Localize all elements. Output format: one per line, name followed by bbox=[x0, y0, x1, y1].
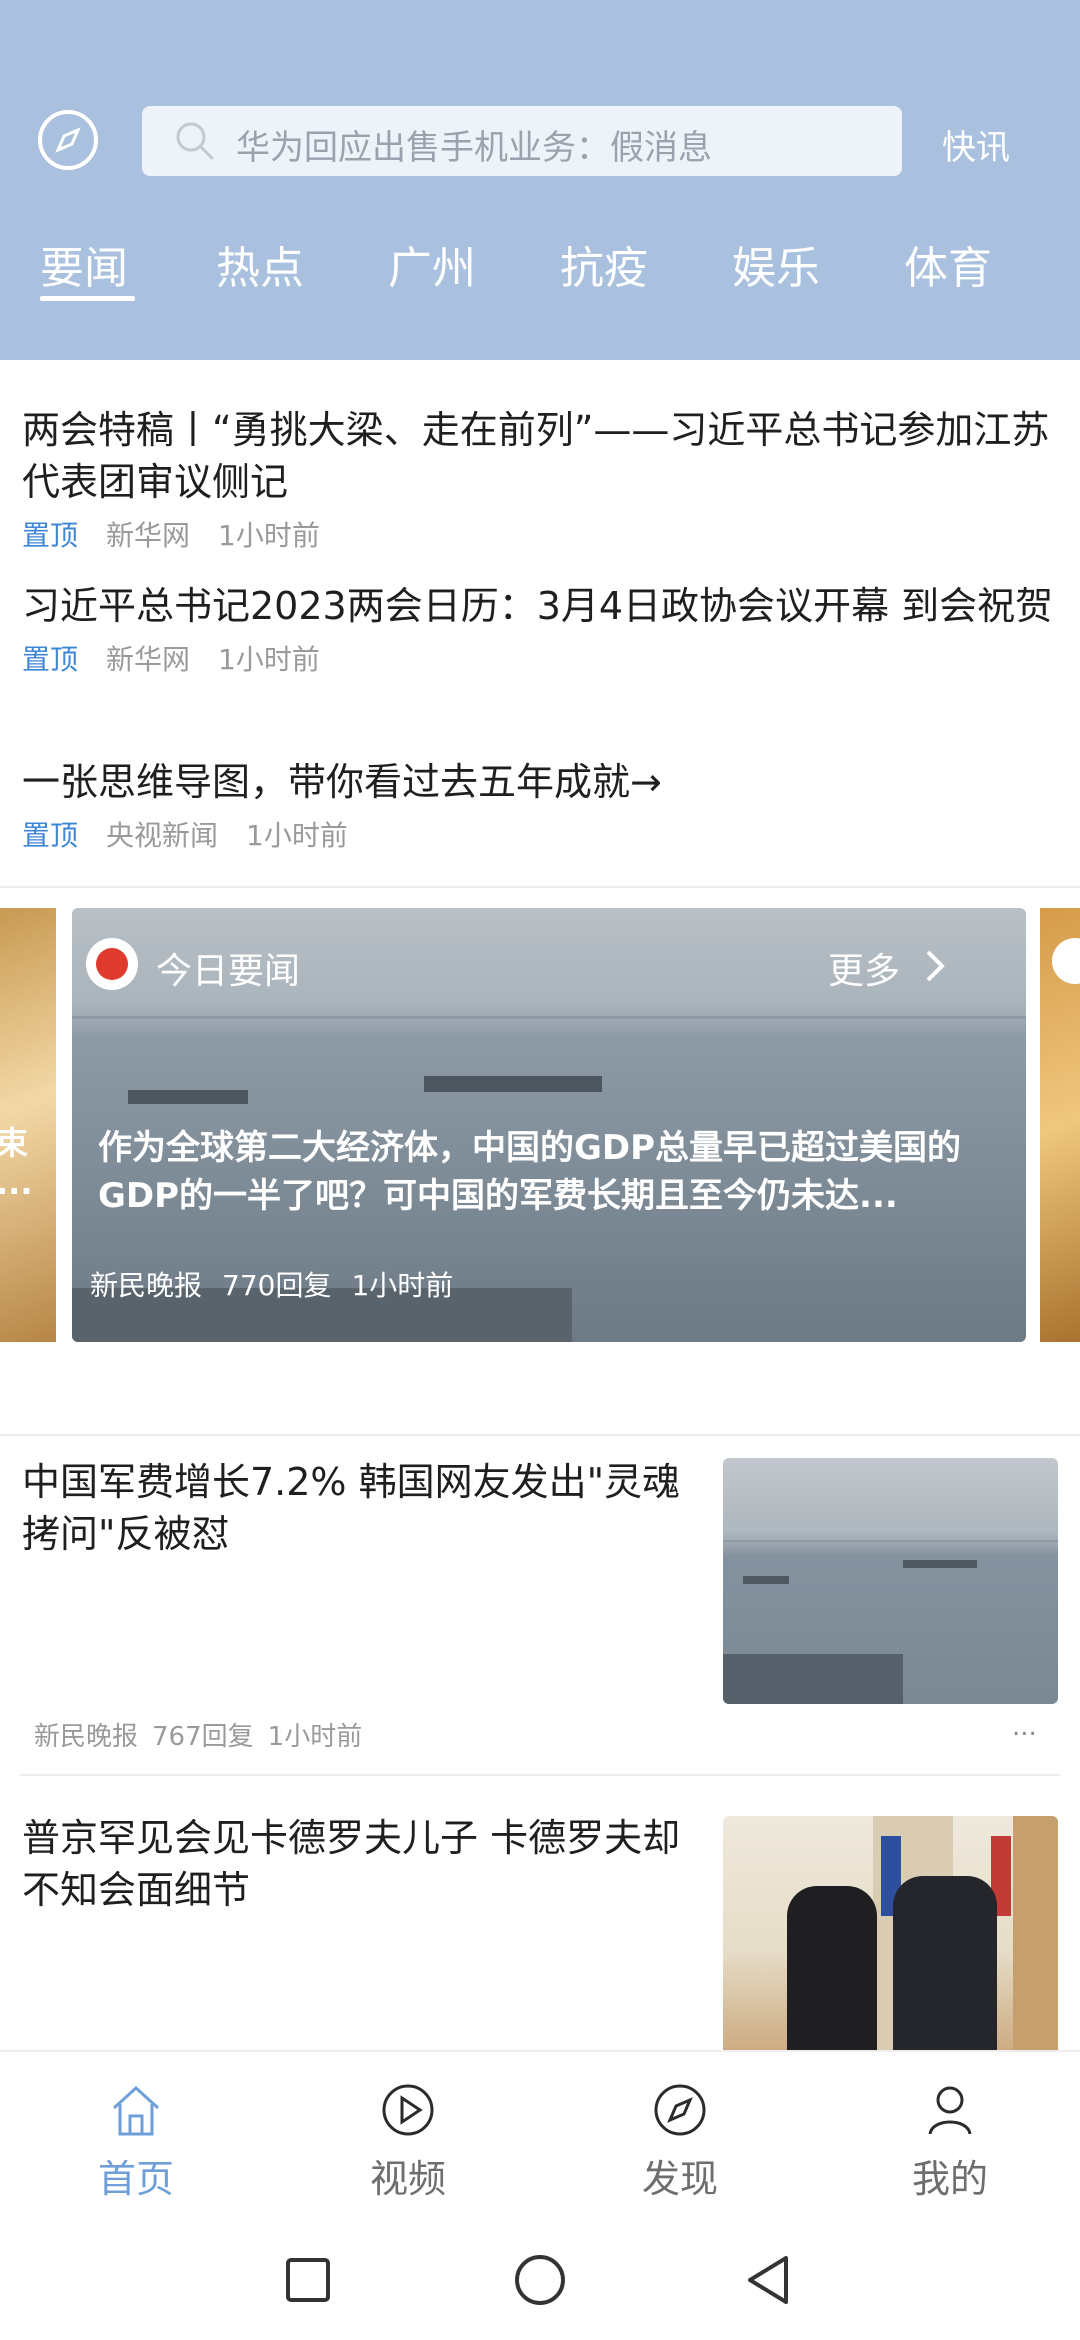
discover-compass-button[interactable] bbox=[38, 110, 98, 170]
news-logo-icon bbox=[86, 938, 138, 990]
carousel-section-label: 今日要闻 bbox=[156, 951, 301, 992]
pinned-item[interactable]: 习近平总书记2023两会日历：3月4日政协会议开幕 到会祝贺 置顶 新华网 1小时前 bbox=[22, 580, 1062, 678]
pinned-source: 新华网 bbox=[106, 643, 191, 676]
news-title: 普京罕见会见卡德罗夫儿子 卡德罗夫却不知会面细节 bbox=[22, 1816, 681, 1912]
pinned-title: 习近平总书记2023两会日历：3月4日政协会议开幕 到会祝贺 bbox=[22, 584, 1054, 628]
news-logo-icon bbox=[1052, 938, 1080, 984]
carousel-title: 作为全球第二大经济体，中国的GDP总量早已超过美国的GDP的一半了吧？可中国的军… bbox=[98, 1128, 962, 1216]
peek-left-text: 束... bbox=[0, 1124, 33, 1202]
compass-icon bbox=[654, 2084, 706, 2136]
nav-discover[interactable]: 发现 bbox=[590, 2052, 770, 2222]
pinned-time: 1小时前 bbox=[218, 643, 320, 676]
nav-video-label: 视频 bbox=[369, 2157, 446, 2201]
tab-yaowen[interactable]: 要闻 bbox=[40, 232, 128, 296]
carousel-meta: 新民晚报 770回复 1小时前 bbox=[90, 1264, 473, 1304]
pinned-meta: 置顶 新华网 1小时前 bbox=[22, 638, 1062, 678]
pinned-source: 新华网 bbox=[106, 519, 191, 552]
news-time: 1小时前 bbox=[267, 1722, 363, 1752]
horizon-line bbox=[72, 1016, 1026, 1019]
category-tabs: 要闻 热点 广州 抗疫 娱乐 体育 bbox=[0, 232, 1080, 312]
kuaixun-link[interactable]: 快讯 bbox=[942, 120, 1010, 169]
carousel-source: 新民晚报 bbox=[90, 1269, 203, 1302]
carousel-card[interactable]: 今日要闻 更多 作为全球第二大经济体，中国的GDP总量早已超过美国的GDP的一半… bbox=[72, 908, 1026, 1342]
search-icon bbox=[176, 122, 214, 160]
item-divider bbox=[20, 1774, 1060, 1776]
chevron-right-icon[interactable] bbox=[920, 946, 950, 986]
nav-home-label: 首页 bbox=[97, 2157, 174, 2201]
news-title: 中国军费增长7.2% 韩国网友发出"灵魂拷问"反被怼 bbox=[22, 1460, 681, 1556]
tab-yule[interactable]: 娱乐 bbox=[732, 232, 820, 296]
news-item[interactable]: 普京罕见会见卡德罗夫儿子 卡德罗夫却不知会面细节 bbox=[0, 1812, 1080, 2062]
top-header: 华为回应出售手机业务：假消息 快讯 要闻 热点 广州 抗疫 娱乐 体育 bbox=[0, 0, 1080, 360]
search-placeholder: 华为回应出售手机业务：假消息 bbox=[236, 128, 712, 168]
pinned-time: 1小时前 bbox=[218, 519, 320, 552]
nav-mine-label: 我的 bbox=[911, 2157, 988, 2201]
tab-tiyu[interactable]: 体育 bbox=[904, 232, 992, 296]
ship-shape bbox=[128, 1090, 248, 1104]
compass-icon bbox=[55, 127, 81, 153]
active-tab-indicator bbox=[40, 296, 135, 301]
recents-square-icon[interactable] bbox=[278, 2250, 338, 2310]
system-navigation-bar bbox=[0, 2220, 1080, 2340]
play-icon bbox=[382, 2084, 434, 2136]
carousel-time: 1小时前 bbox=[351, 1269, 454, 1302]
search-bar[interactable]: 华为回应出售手机业务：假消息 bbox=[142, 106, 902, 176]
nav-home[interactable]: 首页 bbox=[46, 2052, 226, 2222]
news-meta: 新民晚报 767回复 1小时前 bbox=[34, 1716, 376, 1753]
pinned-meta: 置顶 央视新闻 1小时前 bbox=[22, 814, 1062, 854]
nav-mine[interactable]: 我的 bbox=[860, 2052, 1040, 2222]
news-thumbnail bbox=[723, 1458, 1058, 1704]
pinned-title: 一张思维导图，带你看过去五年成就→ bbox=[22, 760, 662, 804]
carousel-next-card[interactable] bbox=[1040, 908, 1080, 1342]
pinned-tag: 置顶 bbox=[22, 819, 79, 852]
carousel-prev-card[interactable]: 束... bbox=[0, 908, 56, 1342]
section-divider bbox=[0, 886, 1080, 888]
carousel-replies: 770回复 bbox=[222, 1269, 332, 1302]
home-circle-icon[interactable] bbox=[510, 2250, 570, 2310]
pinned-title: 两会特稿丨“勇挑大梁、走在前列”——习近平总书记参加江苏代表团审议侧记 bbox=[22, 408, 1050, 504]
back-triangle-icon[interactable] bbox=[740, 2250, 800, 2310]
tab-kangyi[interactable]: 抗疫 bbox=[560, 232, 648, 296]
bottom-navigation: 首页 视频 发现 我的 bbox=[0, 2050, 1080, 2220]
carousel-more-link[interactable]: 更多 bbox=[828, 942, 900, 994]
nav-discover-label: 发现 bbox=[641, 2157, 718, 2201]
user-icon bbox=[928, 2086, 972, 2135]
more-options-icon[interactable]: ... bbox=[1012, 1712, 1037, 1742]
pinned-time: 1小时前 bbox=[246, 819, 348, 852]
pinned-tag: 置顶 bbox=[22, 643, 79, 676]
ship-shape bbox=[424, 1076, 602, 1092]
headline-carousel[interactable]: 束... 今日要闻 更多 作为全球第二大经济体，中国的GDP总量早已超过美国的G… bbox=[0, 908, 1080, 1342]
news-item[interactable]: 中国军费增长7.2% 韩国网友发出"灵魂拷问"反被怼 新民晚报 767回复 1小时前… bbox=[0, 1456, 1080, 1776]
section-divider bbox=[0, 1434, 1080, 1436]
nav-video[interactable]: 视频 bbox=[318, 2052, 498, 2222]
pinned-meta: 置顶 新华网 1小时前 bbox=[22, 514, 1062, 554]
home-icon bbox=[112, 2085, 160, 2136]
news-replies: 767回复 bbox=[152, 1722, 254, 1752]
pinned-item[interactable]: 一张思维导图，带你看过去五年成就→ 置顶 央视新闻 1小时前 bbox=[22, 756, 1062, 854]
pinned-tag: 置顶 bbox=[22, 519, 79, 552]
pinned-item[interactable]: 两会特稿丨“勇挑大梁、走在前列”——习近平总书记参加江苏代表团审议侧记 置顶 新华… bbox=[22, 404, 1062, 554]
news-thumbnail bbox=[723, 1816, 1058, 2062]
tab-redian[interactable]: 热点 bbox=[216, 232, 304, 296]
news-source: 新民晚报 bbox=[34, 1722, 139, 1752]
pinned-source: 央视新闻 bbox=[106, 819, 219, 852]
tab-guangzhou[interactable]: 广州 bbox=[388, 232, 476, 296]
